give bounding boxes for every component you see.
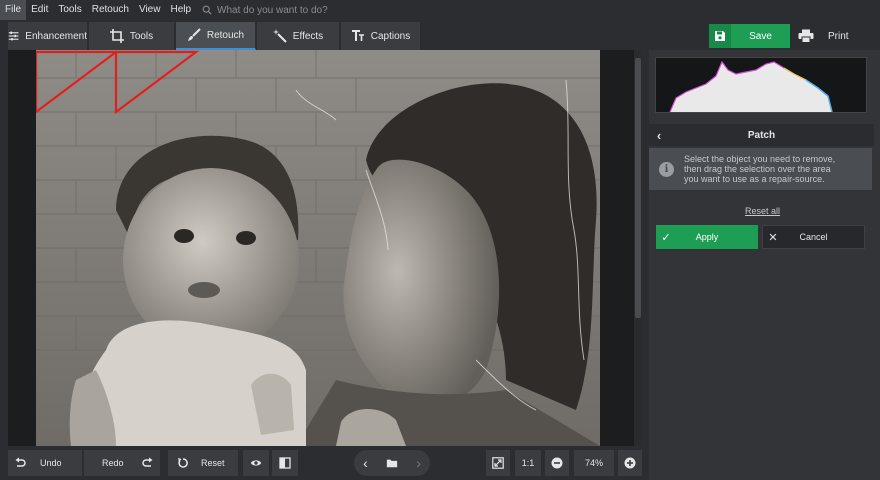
back-chevron-icon[interactable]: ‹ [649,128,669,143]
sliders-icon [8,31,19,41]
compare-button[interactable] [272,450,298,476]
patch-info-box: i Select the object you need to remove, … [649,148,872,190]
redo-button[interactable]: Redo [84,450,160,476]
tab-tools-label: Tools [129,30,154,42]
chevron-right-icon[interactable]: › [416,455,421,471]
text-icon [351,30,364,41]
tab-enhancement-label: Enhancement [25,30,87,42]
reset-button[interactable]: Reset [168,450,238,476]
tab-effects[interactable]: Effects [257,22,340,50]
actual-size-button[interactable]: 1:1 [515,450,541,476]
scrollbar-thumb[interactable] [635,58,641,318]
print-button[interactable]: Print [792,24,872,48]
menu-retouch[interactable]: Retouch [87,0,134,20]
menu-file[interactable]: File [0,0,27,20]
compare-icon [279,457,291,469]
zoom-in-icon [624,457,636,469]
zoom-in-button[interactable] [618,450,642,476]
tab-tools[interactable]: Tools [89,22,175,50]
canvas-scrollbar[interactable] [634,50,642,446]
panel-title: Patch [747,129,776,141]
menu-view[interactable]: View [134,0,166,20]
zoom-out-button[interactable] [545,450,569,476]
magic-wand-icon [272,29,287,43]
info-line-3: you want to use as a repair-source. [684,174,825,184]
menu-edit[interactable]: Edit [26,0,53,20]
undo-icon [15,457,26,467]
tab-enhancement[interactable]: Enhancement [8,22,88,50]
apply-label: Apply [695,232,719,242]
info-icon: i [659,161,674,177]
eye-icon [250,460,262,466]
zoom-level[interactable]: 74% [574,450,614,476]
save-icon [709,24,731,48]
zoom-out-icon [551,457,563,469]
redo-label: Redo [102,458,124,468]
tab-retouch-label: Retouch [206,29,245,41]
chevron-left-icon[interactable]: ‹ [363,455,368,471]
apply-button[interactable]: ✓ Apply [656,225,758,249]
image-canvas[interactable] [8,50,642,446]
printer-icon [798,29,814,43]
info-line-2: then drag the selection over the area [684,164,831,174]
brush-icon [187,28,201,41]
save-button[interactable]: Save [709,24,790,48]
tab-captions[interactable]: Captions [341,22,421,50]
fit-screen-icon [492,457,504,469]
preview-toggle-button[interactable] [243,450,269,476]
search-placeholder[interactable]: What do you want to do? [217,5,328,16]
fit-screen-button[interactable] [486,450,510,476]
file-navigation: ‹ › [354,450,430,476]
crop-icon [109,29,124,43]
redo-icon [141,457,153,467]
reset-label: Reset [201,458,225,468]
photo-image[interactable] [36,50,600,446]
cancel-button[interactable]: ✕ Cancel [762,225,865,249]
reset-all-link[interactable]: Reset all [745,206,780,216]
folder-icon[interactable] [386,457,398,469]
cancel-label: Cancel [799,232,828,242]
check-icon: ✓ [661,231,671,244]
reset-icon [178,458,188,468]
actual-size-label: 1:1 [521,458,535,468]
close-icon: ✕ [768,231,778,244]
tab-effects-label: Effects [292,30,324,42]
tab-captions-label: Captions [370,30,411,42]
patch-panel-header: ‹ Patch [649,124,874,146]
tab-retouch[interactable]: Retouch [176,22,256,50]
histogram [655,57,867,113]
info-line-1: Select the object you need to remove, [684,154,836,164]
patch-selection-outline[interactable] [36,50,206,120]
bottom-toolbar: Undo Redo Reset ‹ › 1:1 [0,446,649,480]
search-box[interactable]: What do you want to do? [202,5,328,16]
undo-label: Undo [40,458,62,468]
right-panel [649,50,880,480]
search-icon [202,5,212,15]
print-label: Print [828,30,849,42]
menu-bar: File Edit Tools Retouch View Help What d… [0,0,880,20]
save-label: Save [749,30,772,42]
menu-tools[interactable]: Tools [53,0,86,20]
undo-button[interactable]: Undo [8,450,82,476]
menu-help[interactable]: Help [165,0,196,20]
info-text: Select the object you need to remove, th… [684,154,835,184]
